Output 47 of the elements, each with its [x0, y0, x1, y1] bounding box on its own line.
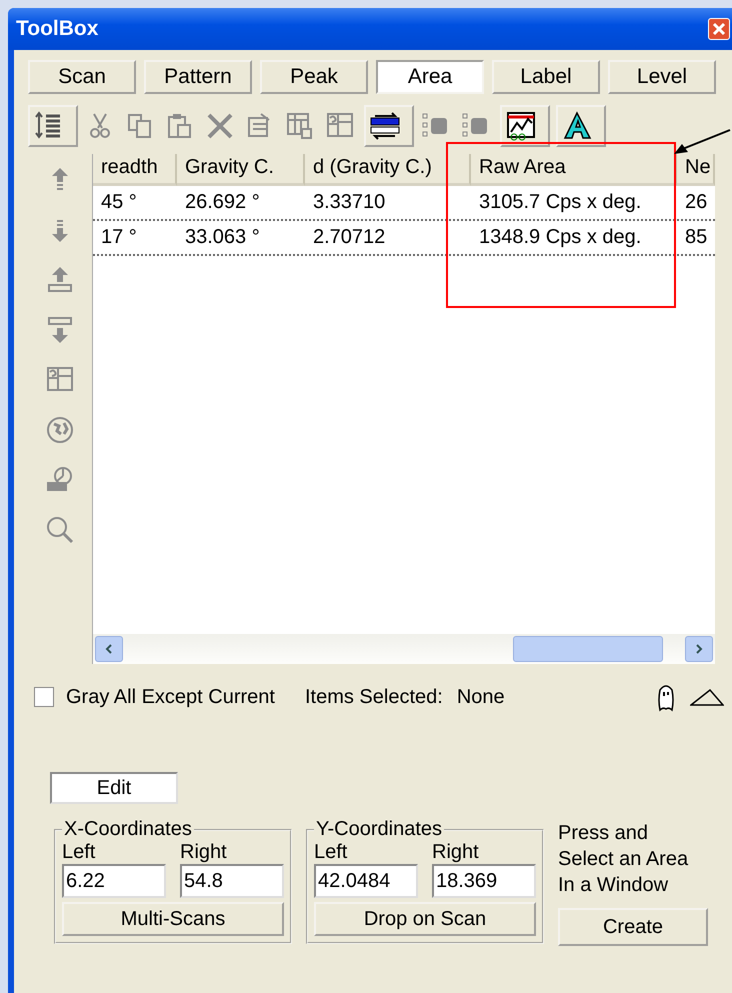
- tab[interactable]: Peak: [260, 60, 368, 94]
- create-button[interactable]: Create: [558, 908, 708, 946]
- tab[interactable]: Scan: [28, 60, 136, 94]
- column-header[interactable]: Raw Area: [471, 154, 677, 186]
- action-button[interactable]: Multi-Scans: [62, 902, 284, 936]
- horizontal-scrollbar[interactable]: [93, 634, 715, 664]
- tab[interactable]: Pattern: [144, 60, 252, 94]
- table-cell-text: 3.33710: [312, 191, 386, 214]
- swap-icon[interactable]: [369, 110, 401, 142]
- checkbox[interactable]: [34, 687, 54, 707]
- field-label: Right: [432, 841, 480, 864]
- window-title: ToolBox: [16, 17, 98, 41]
- input-field[interactable]: 18.369: [432, 864, 536, 898]
- triangle-icon[interactable]: [690, 687, 724, 707]
- table-cell-text: 3105.7 Cps x deg.: [478, 191, 642, 214]
- table-cell-text: 26: [684, 191, 708, 214]
- checkbox-label: Gray All Except Current: [66, 686, 275, 708]
- tab[interactable]: Level: [608, 60, 716, 94]
- edit-field[interactable]: Edit: [50, 772, 178, 804]
- field-label: Left: [62, 841, 96, 864]
- items-selected-label: Items Selected:: [304, 686, 443, 708]
- input-field[interactable]: 54.8: [180, 864, 284, 898]
- group-title: X-Coordinates: [63, 818, 193, 841]
- column-header[interactable]: d (Gravity C.): [305, 154, 471, 186]
- tab[interactable]: Area: [376, 60, 484, 94]
- letter-icon[interactable]: [561, 110, 593, 142]
- column-header[interactable]: readth: [93, 154, 177, 186]
- items-selected-value: None: [456, 686, 505, 708]
- table-cell-text: 33.063 °: [184, 226, 261, 249]
- table-cell-text: 17 °: [100, 226, 138, 249]
- tab[interactable]: Label: [492, 60, 600, 94]
- table-cell-text: 85: [684, 226, 708, 249]
- input-field[interactable]: 6.22: [62, 864, 166, 898]
- chart-icon[interactable]: [505, 110, 537, 142]
- input-field[interactable]: 42.0484: [314, 864, 418, 898]
- hint-text: Press and: [558, 821, 650, 846]
- hint-text: In a Window: [558, 873, 670, 898]
- column-header[interactable]: Gravity C.: [177, 154, 305, 186]
- table-cell-text: 2.70712: [312, 226, 386, 249]
- table-cell-text: 45 °: [100, 191, 138, 214]
- table-cell-text: 1348.9 Cps x deg.: [478, 226, 642, 249]
- action-button[interactable]: Drop on Scan: [314, 902, 536, 936]
- field-label: Right: [180, 841, 228, 864]
- table-cell-text: 26.692 °: [184, 191, 261, 214]
- hint-text: Select an Area: [558, 847, 690, 872]
- field-label: Left: [314, 841, 348, 864]
- group-title: Y-Coordinates: [315, 818, 444, 841]
